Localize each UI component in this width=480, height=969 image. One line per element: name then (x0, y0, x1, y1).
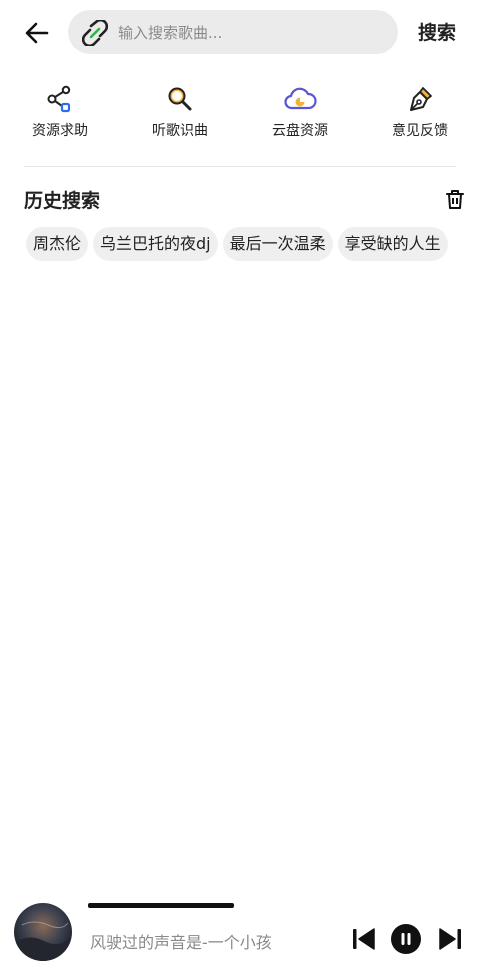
magnifier-icon (168, 87, 192, 111)
quick-action-label: 听歌识曲 (152, 123, 208, 139)
next-track-icon[interactable] (436, 925, 464, 953)
divider (24, 166, 456, 167)
link-icon (82, 20, 108, 46)
playback-progress[interactable] (88, 903, 234, 908)
history-tag[interactable]: 周杰伦 (26, 227, 89, 261)
header-bar: 搜索 (0, 0, 480, 64)
back-arrow-icon[interactable] (20, 16, 54, 50)
quick-action-resource-help[interactable]: 资源求助 (0, 80, 120, 150)
quick-actions: 资源求助 听歌识曲 云盘资源 意见反馈 (0, 80, 480, 150)
history-tag[interactable]: 乌兰巴托的夜dj (93, 227, 218, 261)
search-button[interactable]: 搜索 (408, 18, 466, 46)
search-box[interactable] (68, 10, 398, 56)
history-tag[interactable]: 享受缺的人生 (337, 227, 448, 261)
quick-action-song-recognition[interactable]: 听歌识曲 (120, 80, 240, 150)
mini-player: 风驶过的声音是-一个小孩 (0, 895, 480, 969)
now-playing-title[interactable]: 风驶过的声音是-一个小孩 (90, 929, 272, 953)
quick-action-feedback[interactable]: 意见反馈 (360, 80, 480, 150)
history-tags: 周杰伦 乌兰巴托的夜dj 最后一次温柔 享受缺的人生 (26, 227, 456, 268)
quick-action-label: 资源求助 (32, 123, 88, 139)
pause-icon[interactable] (390, 923, 422, 955)
cloud-icon (284, 87, 317, 110)
album-cover[interactable] (14, 903, 72, 961)
quick-action-label: 意见反馈 (392, 123, 448, 139)
quick-action-cloud-resource[interactable]: 云盘资源 (240, 80, 360, 150)
trash-icon[interactable] (444, 188, 466, 210)
album-art-image (14, 903, 72, 961)
quick-action-label: 云盘资源 (272, 123, 328, 139)
share-nodes-icon (47, 85, 71, 113)
history-title: 历史搜索 (24, 190, 101, 212)
previous-track-icon[interactable] (350, 925, 378, 953)
pen-nib-icon (410, 87, 432, 111)
history-tag[interactable]: 最后一次温柔 (222, 227, 333, 261)
search-input[interactable] (116, 10, 390, 56)
